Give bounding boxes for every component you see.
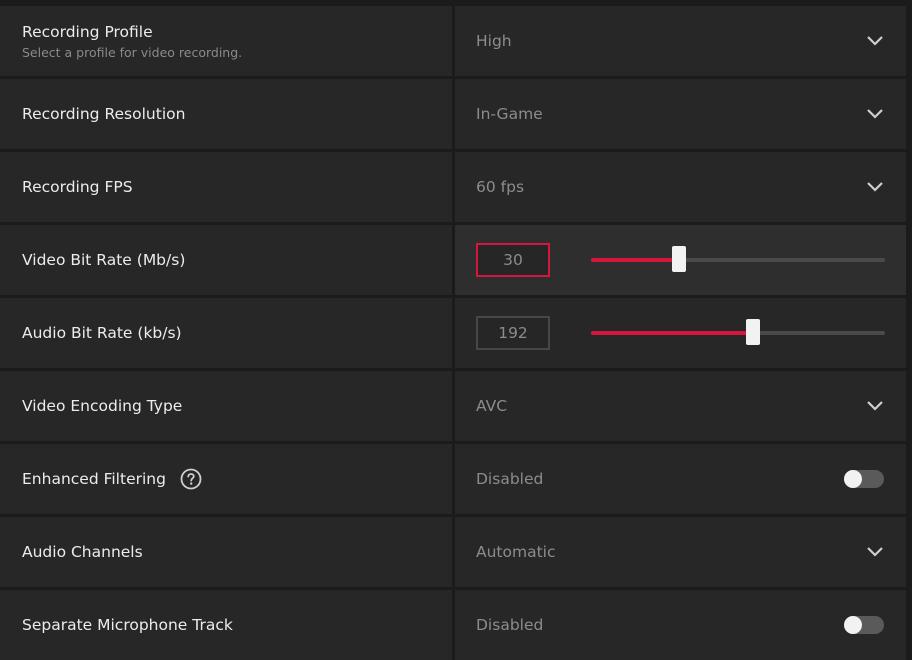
setting-label-cell: Audio Bit Rate (kb/s) bbox=[0, 298, 452, 368]
dropdown-value: High bbox=[476, 32, 512, 50]
setting-row-video-bit-rate: Video Bit Rate (Mb/s) 30 bbox=[0, 225, 906, 295]
setting-title: Recording Profile bbox=[22, 23, 153, 41]
setting-title: Enhanced Filtering bbox=[22, 470, 166, 488]
setting-description: Select a profile for video recording. bbox=[22, 45, 243, 60]
separate-microphone-track-toggle[interactable] bbox=[844, 616, 884, 634]
setting-title: Separate Microphone Track bbox=[22, 616, 233, 634]
setting-title-wrap: Enhanced Filtering bbox=[22, 468, 452, 490]
recording-resolution-dropdown[interactable]: In-Game bbox=[455, 79, 906, 149]
chevron-down-icon bbox=[867, 182, 883, 192]
chevron-down-icon bbox=[867, 109, 883, 119]
setting-label-cell: Recording FPS bbox=[0, 152, 452, 222]
setting-title: Audio Bit Rate (kb/s) bbox=[22, 324, 182, 342]
chevron-down-icon bbox=[867, 547, 883, 557]
separate-microphone-track-control: Disabled bbox=[455, 590, 906, 660]
audio-channels-dropdown[interactable]: Automatic bbox=[455, 517, 906, 587]
recording-profile-dropdown[interactable]: High bbox=[455, 6, 906, 76]
toggle-state-label: Disabled bbox=[476, 470, 544, 488]
toggle-knob bbox=[844, 616, 862, 634]
setting-row-recording-profile: Recording Profile Select a profile for v… bbox=[0, 6, 906, 76]
recording-fps-dropdown[interactable]: 60 fps bbox=[455, 152, 906, 222]
toggle-state-label: Disabled bbox=[476, 616, 544, 634]
slider-thumb[interactable] bbox=[672, 246, 687, 272]
setting-label-cell: Video Bit Rate (Mb/s) bbox=[0, 225, 452, 295]
setting-row-audio-bit-rate: Audio Bit Rate (kb/s) 192 bbox=[0, 298, 906, 368]
setting-row-separate-microphone-track: Separate Microphone Track Disabled bbox=[0, 590, 906, 660]
setting-row-recording-fps: Recording FPS 60 fps bbox=[0, 152, 906, 222]
setting-label-cell: Video Encoding Type bbox=[0, 371, 452, 441]
setting-label-cell: Audio Channels bbox=[0, 517, 452, 587]
setting-row-video-encoding-type: Video Encoding Type AVC bbox=[0, 371, 906, 441]
setting-label-cell: Separate Microphone Track bbox=[0, 590, 452, 660]
video-bit-rate-input[interactable]: 30 bbox=[476, 243, 550, 277]
setting-row-enhanced-filtering: Enhanced Filtering Disabled bbox=[0, 444, 906, 514]
dropdown-value: Automatic bbox=[476, 543, 556, 561]
enhanced-filtering-toggle[interactable] bbox=[844, 470, 884, 488]
setting-row-audio-channels: Audio Channels Automatic bbox=[0, 517, 906, 587]
help-circle-icon[interactable] bbox=[180, 468, 202, 490]
setting-label-cell: Enhanced Filtering bbox=[0, 444, 452, 514]
audio-bit-rate-control: 192 bbox=[455, 298, 906, 368]
setting-label-cell: Recording Profile Select a profile for v… bbox=[0, 6, 452, 76]
slider-fill bbox=[591, 258, 680, 262]
toggle-knob bbox=[844, 470, 862, 488]
setting-label-cell: Recording Resolution bbox=[0, 79, 452, 149]
video-bit-rate-slider[interactable] bbox=[591, 246, 885, 272]
audio-bit-rate-input[interactable]: 192 bbox=[476, 316, 550, 350]
chevron-down-icon bbox=[867, 401, 883, 411]
setting-title: Recording Resolution bbox=[22, 105, 186, 123]
audio-bit-rate-slider[interactable] bbox=[591, 319, 885, 345]
enhanced-filtering-control: Disabled bbox=[455, 444, 906, 514]
setting-title: Recording FPS bbox=[22, 178, 133, 196]
chevron-down-icon bbox=[867, 36, 883, 46]
setting-title: Audio Channels bbox=[22, 543, 143, 561]
dropdown-value: 60 fps bbox=[476, 178, 525, 196]
slider-thumb[interactable] bbox=[745, 319, 760, 345]
dropdown-value: In-Game bbox=[476, 105, 543, 123]
setting-title: Video Bit Rate (Mb/s) bbox=[22, 251, 186, 269]
slider-fill bbox=[591, 331, 753, 335]
setting-title: Video Encoding Type bbox=[22, 397, 183, 415]
setting-row-recording-resolution: Recording Resolution In-Game bbox=[0, 79, 906, 149]
video-encoding-type-dropdown[interactable]: AVC bbox=[455, 371, 906, 441]
dropdown-value: AVC bbox=[476, 397, 508, 415]
recording-settings-panel: Recording Profile Select a profile for v… bbox=[0, 6, 906, 660]
video-bit-rate-control: 30 bbox=[455, 225, 906, 295]
